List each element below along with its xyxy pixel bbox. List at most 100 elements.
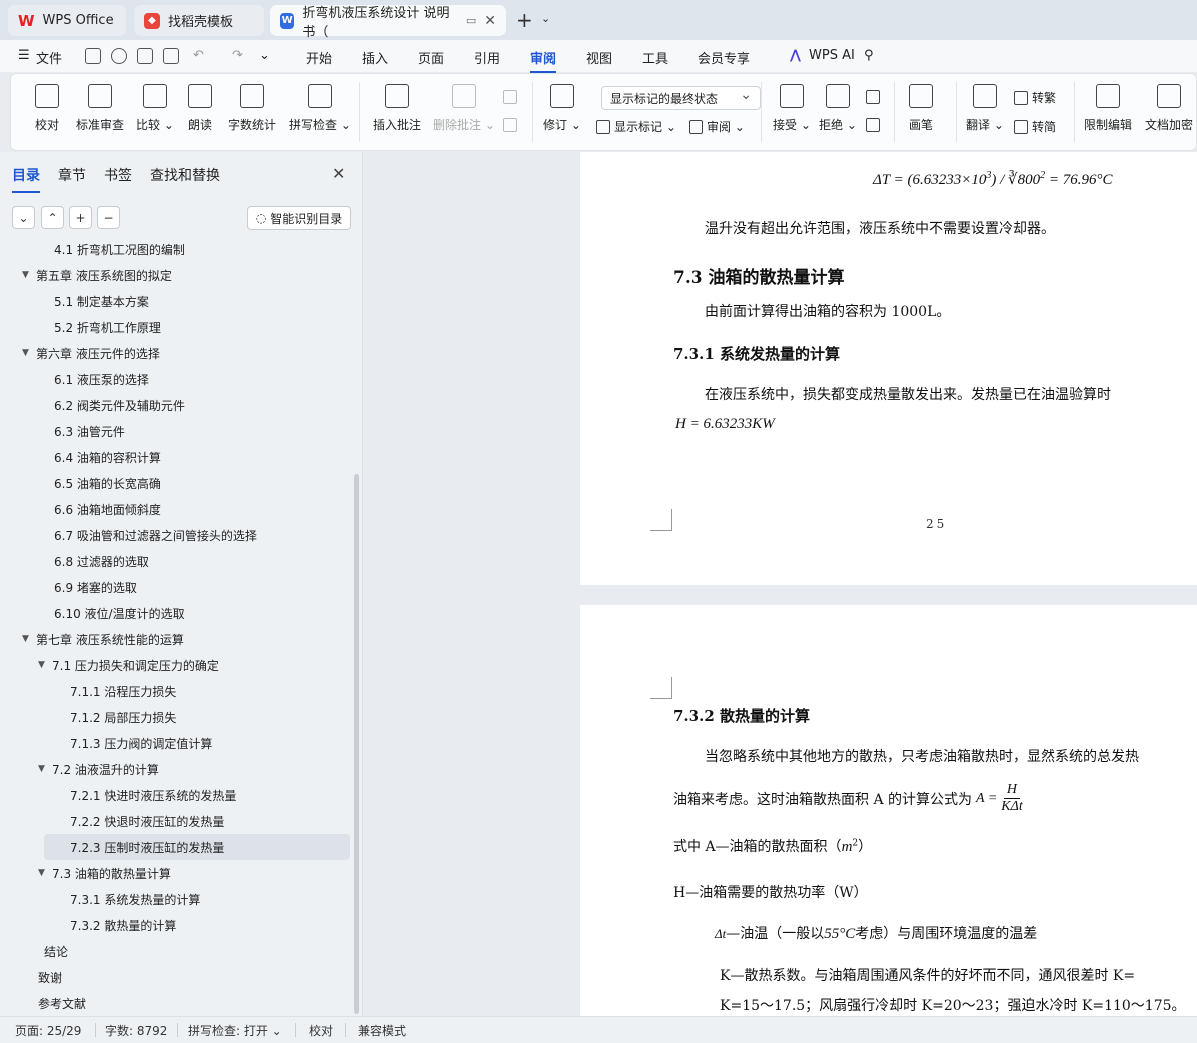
expand-toggle-icon[interactable]: ▼ [38, 868, 52, 878]
menu-tools[interactable]: 工具 [642, 48, 668, 67]
chevron-down-icon[interactable]: ⌄ [541, 12, 550, 25]
remove-heading-icon[interactable]: − [97, 206, 120, 229]
hamburger-icon[interactable]: ☰ [18, 48, 30, 63]
menu-view[interactable]: 视图 [586, 48, 612, 67]
toc-item[interactable]: 7.1.1 沿程压力损失 [70, 678, 176, 704]
smart-toc-button[interactable]: ◌ 智能识别目录 [247, 206, 351, 230]
expand-toggle-icon[interactable]: ▼ [22, 270, 36, 280]
doc-encrypt-button[interactable]: 文档加密 [1145, 84, 1193, 133]
toc-item[interactable]: 致谢 [38, 964, 62, 990]
toc-item[interactable]: 7.2.3 压制时液压缸的发热量 [44, 834, 350, 860]
toc-item[interactable]: 6.5 油箱的长宽高确 [54, 470, 161, 496]
toc-item[interactable]: 7.3.2 散热量的计算 [70, 912, 176, 938]
close-tab-icon[interactable]: ✕ [484, 13, 496, 29]
expand-toggle-icon[interactable]: ▼ [38, 764, 52, 774]
document-canvas[interactable]: ΔT = (6.63233×103) / ∛8002 = 76.96°C 温升没… [364, 152, 1197, 1016]
expand-toggle-icon[interactable]: ▼ [38, 660, 52, 670]
to-simplified-button[interactable]: 转简 [1014, 118, 1056, 135]
toc-item[interactable]: 7.3.1 系统发热量的计算 [70, 886, 200, 912]
toc-item[interactable]: 6.4 油箱的容积计算 [54, 444, 161, 470]
search-icon[interactable]: ⚲ [864, 48, 874, 63]
toc-item[interactable]: ▼ 7.2 油液温升的计算 [38, 756, 159, 782]
menu-insert[interactable]: 插入 [362, 48, 388, 67]
undo-icon[interactable]: ↶ [193, 48, 204, 63]
menu-file[interactable]: 文件 [36, 48, 62, 67]
pen-button[interactable]: 画笔 [909, 84, 933, 133]
toc-item[interactable]: ▼ 第五章 液压系统图的拟定 [22, 262, 172, 288]
close-pane-icon[interactable]: ✕ [332, 164, 345, 183]
read-aloud-button[interactable]: 朗读 [188, 84, 212, 133]
review-pane-button[interactable]: 审阅 ⌄ [689, 118, 745, 135]
toc-item[interactable]: 6.9 堵塞的选取 [54, 574, 137, 600]
tab-document[interactable]: W 折弯机液压系统设计 说明书（ ▭ ✕ [270, 5, 506, 40]
print-icon[interactable] [137, 48, 153, 64]
toc-item[interactable]: ▼ 第六章 液压元件的选择 [22, 340, 160, 366]
add-heading-icon[interactable]: + [69, 206, 92, 229]
proofread-status[interactable]: 校对 [309, 1022, 333, 1039]
wps-ai-icon[interactable]: ⋀ [790, 48, 801, 63]
menu-page[interactable]: 页面 [418, 48, 444, 67]
expand-toggle-icon[interactable]: ▼ [22, 634, 36, 644]
reject-button[interactable]: 拒绝 ⌄ [819, 84, 857, 133]
expand-down-icon[interactable]: ⌄ [12, 206, 35, 229]
tab-wps-office[interactable]: W WPS Office [8, 5, 126, 36]
save-icon[interactable] [85, 48, 101, 64]
restrict-edit-button[interactable]: 限制编辑 [1084, 84, 1132, 133]
toc-item[interactable]: 6.10 液位/温度计的选取 [54, 600, 185, 626]
prev-change-icon[interactable] [866, 90, 880, 104]
accept-button[interactable]: 接受 ⌄ [773, 84, 811, 133]
menu-wps-ai[interactable]: WPS AI [809, 48, 855, 63]
toc-item[interactable]: 5.2 折弯机工作原理 [54, 314, 161, 340]
toc-item[interactable]: 6.2 阀类元件及辅助元件 [54, 392, 185, 418]
show-markup-button[interactable]: 显示标记 ⌄ [596, 118, 676, 135]
toc-item[interactable]: 7.1.2 局部压力损失 [70, 704, 176, 730]
toc-item[interactable]: 7.2.2 快退时液压缸的发热量 [70, 808, 224, 834]
toc-item[interactable]: ▼ 7.1 压力损失和调定压力的确定 [38, 652, 219, 678]
tab-sections[interactable]: 章节 [58, 165, 86, 185]
toc-item[interactable]: 4.1 折弯机工况图的编制 [54, 244, 185, 262]
toc-item[interactable]: 7.1.3 压力阀的调定值计算 [70, 730, 212, 756]
new-tab-icon[interactable]: + [516, 8, 533, 32]
print-preview-icon[interactable] [163, 48, 179, 64]
toc-item[interactable]: 6.6 油箱地面倾斜度 [54, 496, 161, 522]
tab-bookmarks[interactable]: 书签 [104, 165, 132, 185]
menu-start[interactable]: 开始 [306, 48, 332, 67]
compare-button[interactable]: 比较 ⌄ [136, 84, 174, 133]
menu-member[interactable]: 会员专享 [698, 48, 750, 67]
tab-toc[interactable]: 目录 [12, 165, 40, 193]
toc-item[interactable]: 7.2.1 快进时液压系统的发热量 [70, 782, 236, 808]
redo-icon[interactable]: ↷ [232, 48, 243, 63]
translate-button[interactable]: 翻译 ⌄ [966, 84, 1004, 133]
to-traditional-button[interactable]: 转繁 [1014, 89, 1056, 106]
toc-item[interactable]: 6.3 油管元件 [54, 418, 125, 444]
next-change-icon[interactable] [866, 118, 880, 132]
toc-item[interactable]: 6.7 吸油管和过滤器之间管接头的选择 [54, 522, 257, 548]
standard-review-button[interactable]: 标准审查 [76, 84, 124, 133]
menu-reference[interactable]: 引用 [474, 48, 500, 67]
toc-item[interactable]: 结论 [44, 938, 68, 964]
expand-toggle-icon[interactable]: ▼ [22, 348, 36, 358]
toc-item[interactable]: 6.8 过滤器的选取 [54, 548, 149, 574]
word-count-status[interactable]: 字数: 8792 [105, 1022, 167, 1039]
toc-item[interactable]: 5.1 制定基本方案 [54, 288, 149, 314]
menu-review[interactable]: 审阅 [530, 48, 557, 73]
prev-comment-icon[interactable] [503, 90, 517, 104]
toc-item[interactable]: ▼ 第七章 液压系统性能的运算 [22, 626, 184, 652]
toc-item[interactable]: 参考文献 [38, 990, 86, 1014]
next-comment-icon[interactable] [503, 118, 517, 132]
markup-state-select[interactable]: 显示标记的最终状态 [601, 86, 761, 110]
tab-template[interactable]: ◆ 找稻壳模板 [134, 5, 264, 36]
revise-button[interactable]: 修订 ⌄ [543, 84, 581, 133]
more-icon[interactable]: ⌄ [259, 48, 270, 63]
toc-item[interactable]: 6.1 液压泵的选择 [54, 366, 149, 392]
toc-scrollbar[interactable] [354, 474, 359, 1014]
share-icon[interactable] [111, 48, 127, 64]
page-indicator[interactable]: 页面: 25/29 [15, 1022, 81, 1039]
spell-check-button[interactable]: 拼写检查 ⌄ [289, 84, 351, 133]
toc-item[interactable]: ▼ 7.3 油箱的散热量计算 [38, 860, 171, 886]
word-count-button[interactable]: 字数统计 [228, 84, 276, 133]
screen-icon[interactable]: ▭ [466, 14, 476, 27]
proofread-button[interactable]: 校对 [35, 84, 59, 133]
insert-comment-button[interactable]: 插入批注 [373, 84, 421, 133]
delete-comment-button[interactable]: 删除批注 ⌄ [433, 84, 495, 133]
